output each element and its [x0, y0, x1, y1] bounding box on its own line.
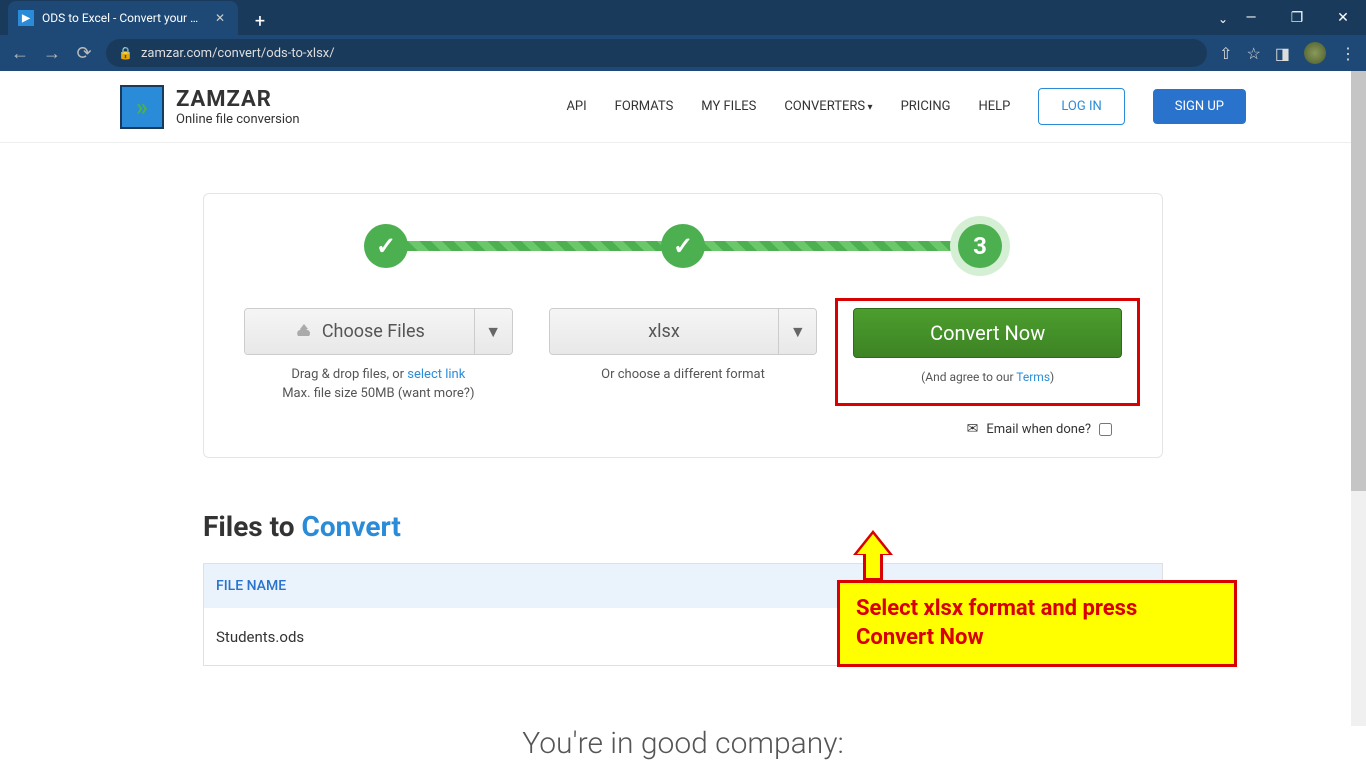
forward-button[interactable]: →: [42, 43, 62, 64]
url-field[interactable]: 🔒 zamzar.com/convert/ods-to-xlsx/: [106, 39, 1207, 67]
footer-heading: You're in good company:: [203, 726, 1163, 761]
choose-files-group: Choose Files ▼: [244, 308, 513, 355]
mail-icon: ✉: [967, 421, 979, 437]
close-window-button[interactable]: ✕: [1320, 0, 1366, 35]
file-name: Students.ods: [216, 628, 850, 646]
email-label: Email when done?: [986, 422, 1091, 437]
browser-tab[interactable]: ▶ ODS to Excel - Convert your ODS ✕: [8, 1, 238, 35]
header-nav: API FORMATS MY FILES CONVERTERS PRICING …: [566, 88, 1246, 125]
format-select-group: xlsx ▼: [549, 308, 818, 355]
step-indicator: ✓ ✓ 3: [364, 224, 1002, 268]
nav-api[interactable]: API: [566, 99, 586, 114]
callout-text: Select xlsx format and press Convert Now: [856, 595, 1218, 652]
profile-avatar[interactable]: [1304, 42, 1326, 64]
upload-icon: [294, 322, 314, 342]
login-button[interactable]: LOG IN: [1038, 88, 1124, 125]
new-tab-button[interactable]: +: [246, 7, 274, 35]
sidepanel-icon[interactable]: ◨: [1275, 44, 1290, 63]
format-value: xlsx: [648, 321, 680, 342]
format-col: xlsx ▼ Or choose a different format: [549, 308, 818, 401]
choose-files-label: Choose Files: [322, 321, 425, 342]
scrollbar[interactable]: [1351, 71, 1366, 726]
email-when-done: ✉ Email when done?: [244, 421, 1122, 437]
menu-icon[interactable]: ⋮: [1340, 44, 1356, 63]
terms-link[interactable]: Terms: [1016, 370, 1050, 384]
tab-search-icon[interactable]: ⌄: [1218, 12, 1228, 26]
step-3-current: 3: [958, 224, 1002, 268]
maximize-button[interactable]: ❐: [1274, 0, 1320, 35]
logo-subtitle: Online file conversion: [176, 112, 300, 127]
nav-formats[interactable]: FORMATS: [615, 99, 674, 114]
choose-files-col: Choose Files ▼ Drag & drop files, or sel…: [244, 308, 513, 401]
nav-pricing[interactable]: PRICING: [901, 99, 951, 114]
window-controls: — ❐ ✕: [1228, 0, 1366, 35]
url-text: zamzar.com/convert/ods-to-xlsx/: [141, 46, 1195, 61]
toolbar-right: ⇧ ☆ ◨ ⋮: [1219, 42, 1356, 64]
tab-bar: ▶ ODS to Excel - Convert your ODS ✕ +: [0, 0, 1366, 35]
favicon-icon: ▶: [18, 10, 34, 26]
bookmark-icon[interactable]: ☆: [1247, 44, 1261, 63]
scroll-thumb[interactable]: [1351, 71, 1366, 491]
actions-row: Choose Files ▼ Drag & drop files, or sel…: [244, 308, 1122, 401]
browser-chrome: ▶ ODS to Excel - Convert your ODS ✕ + ⌄ …: [0, 0, 1366, 71]
col-filename: FILE NAME: [216, 578, 850, 594]
terms-text: (And agree to our Terms): [853, 370, 1122, 384]
convert-now-button[interactable]: Convert Now: [853, 308, 1122, 358]
annotation-callout: Select xlsx format and press Convert Now: [837, 580, 1237, 667]
nav-help[interactable]: HELP: [978, 99, 1010, 114]
logo[interactable]: » ZAMZAR Online file conversion: [120, 85, 300, 129]
select-link[interactable]: select link: [407, 367, 465, 382]
email-checkbox[interactable]: [1099, 423, 1112, 436]
choose-hint: Drag & drop files, or select link: [244, 367, 513, 382]
nav-converters[interactable]: CONVERTERS: [784, 99, 872, 114]
step-2-complete-icon: ✓: [661, 224, 705, 268]
main-content: ✓ ✓ 3 Choose Files ▼ Drag & drop files, …: [203, 143, 1163, 761]
tab-title: ODS to Excel - Convert your ODS: [42, 11, 204, 25]
signup-button[interactable]: SIGN UP: [1153, 89, 1246, 124]
choose-sub-hint: Max. file size 50MB (want more?): [244, 386, 513, 401]
step-1-complete-icon: ✓: [364, 224, 408, 268]
logo-icon: »: [120, 85, 164, 129]
want-more-link[interactable]: want more?: [402, 386, 470, 401]
format-hint: Or choose a different format: [549, 367, 818, 382]
files-title: Files to Convert: [203, 510, 1163, 543]
format-dropdown[interactable]: ▼: [778, 309, 816, 354]
reload-button[interactable]: ⟳: [74, 43, 94, 64]
annotation-arrow-icon: [853, 530, 893, 580]
logo-text: ZAMZAR: [176, 87, 300, 112]
tab-close-icon[interactable]: ✕: [212, 10, 228, 26]
choose-files-button[interactable]: Choose Files: [245, 309, 474, 354]
address-bar: ← → ⟳ 🔒 zamzar.com/convert/ods-to-xlsx/ …: [0, 35, 1366, 71]
minimize-button[interactable]: —: [1228, 0, 1274, 35]
back-button[interactable]: ←: [10, 43, 30, 64]
format-select[interactable]: xlsx: [550, 309, 779, 354]
nav-myfiles[interactable]: MY FILES: [701, 99, 756, 114]
share-icon[interactable]: ⇧: [1219, 44, 1232, 63]
choose-files-dropdown[interactable]: ▼: [474, 309, 512, 354]
converter-card: ✓ ✓ 3 Choose Files ▼ Drag & drop files, …: [203, 193, 1163, 458]
site-header: » ZAMZAR Online file conversion API FORM…: [0, 71, 1366, 143]
lock-icon: 🔒: [118, 46, 133, 60]
convert-col: Convert Now (And agree to our Terms): [853, 308, 1122, 401]
